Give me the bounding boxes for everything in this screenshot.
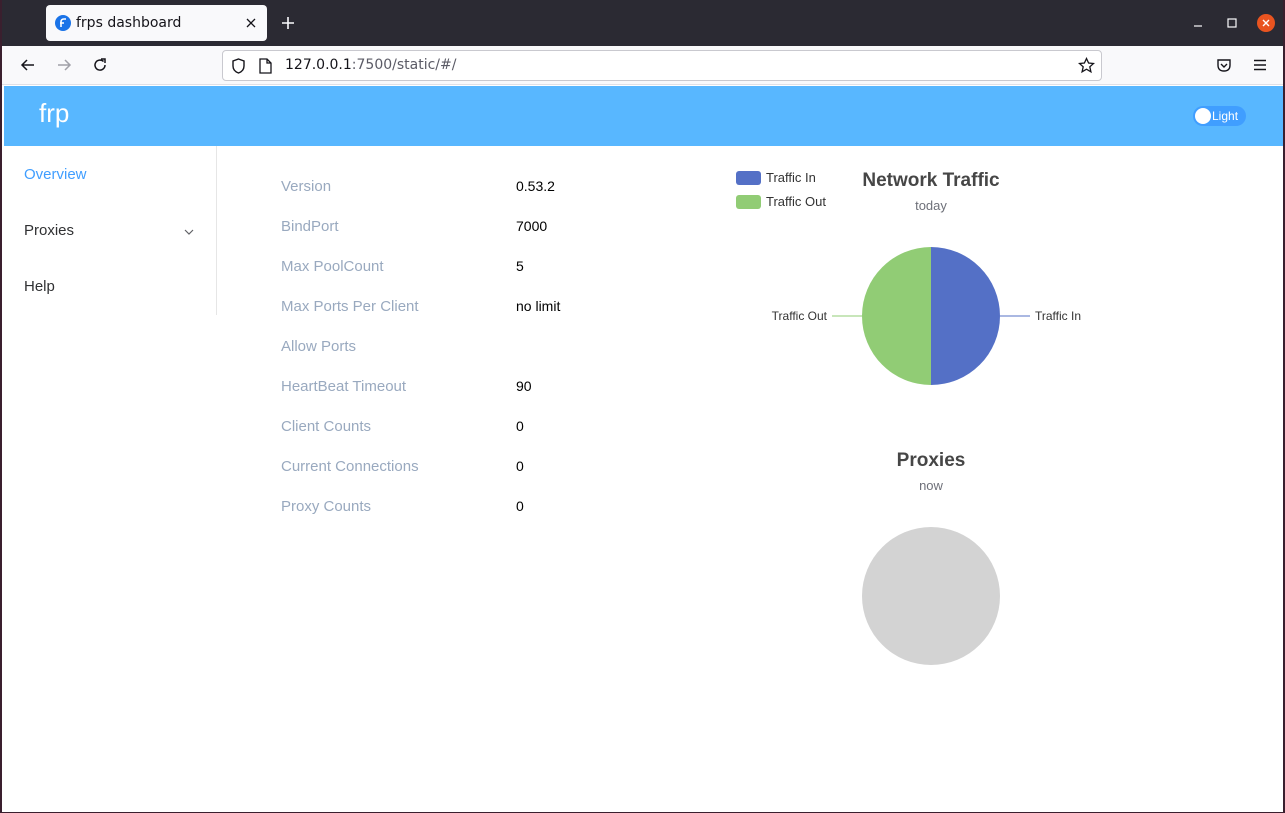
pocket-icon[interactable] [1214,55,1234,75]
close-window-button[interactable] [1256,13,1276,33]
pie-label: Traffic In [1035,309,1081,323]
legend-label-traffic-out[interactable]: Traffic Out [766,194,826,209]
info-row-max-ports-per-client: Max Ports Per Client no limit [281,295,681,319]
info-label: Allow Ports [281,338,357,355]
info-label: Proxy Counts [281,498,372,515]
info-row-proxy-counts: Proxy Counts 0 [281,495,681,519]
maximize-icon[interactable] [1222,13,1242,33]
info-value: 0 [516,418,524,434]
proxies-pie-empty [862,527,1000,665]
pie-slice-traffic-in[interactable] [931,247,1000,385]
sidebar-item-proxies[interactable]: Proxies [24,222,74,239]
reload-icon[interactable] [90,55,110,75]
info-label: Client Counts [281,418,372,435]
info-row-max-poolcount: Max PoolCount 5 [281,255,681,279]
legend-label-traffic-in[interactable]: Traffic In [766,170,816,185]
sidebar-item-overview[interactable]: Overview [24,166,87,183]
app-header: frp Light [4,86,1283,146]
charts-area: Traffic In Traffic Out Network Traffic t… [736,170,1081,665]
info-value: 0.53.2 [516,178,555,194]
page-icon[interactable] [259,58,272,78]
info-label: Max PoolCount [281,258,384,275]
info-row-bindport: BindPort 7000 [281,215,681,239]
info-row-current-connections: Current Connections 0 [281,455,681,479]
info-value: no limit [516,298,561,314]
url-host: 127.0.0.1 [285,57,352,73]
back-arrow-icon[interactable] [18,55,38,75]
info-value: 0 [516,458,524,474]
info-row-version: Version 0.53.2 [281,175,681,199]
info-row-allow-ports: Allow Ports [281,335,681,359]
info-value: 7000 [516,218,548,234]
proxies-chart-title: Proxies [897,450,966,471]
hamburger-menu-icon[interactable] [1250,55,1270,75]
pie-label: Traffic Out [772,309,828,323]
theme-toggle-switch[interactable]: Light [1193,106,1246,126]
browser-window: frps dashboard 127.0.0.1:7500/static/#/ … [0,0,1285,813]
tab-close-icon[interactable] [241,13,261,33]
sidebar-menu: Overview Proxies Help [4,146,217,315]
traffic-chart-title: Network Traffic [862,170,1000,191]
legend-swatch-traffic-out[interactable] [736,195,761,209]
navigation-toolbar: 127.0.0.1:7500/static/#/ [2,46,1283,85]
sidebar-item-help[interactable]: Help [24,278,55,295]
info-label: BindPort [281,218,339,235]
bookmark-star-icon[interactable] [1077,56,1096,78]
close-icon [1257,14,1275,32]
chevron-down-icon[interactable] [182,224,196,238]
info-row-client-counts: Client Counts 0 [281,415,681,439]
forward-arrow-icon[interactable] [54,55,74,75]
address-bar[interactable]: 127.0.0.1:7500/static/#/ [222,50,1102,81]
traffic-pie [862,247,1000,385]
info-value: 90 [516,378,532,394]
info-value: 5 [516,258,524,274]
brand-logo[interactable]: frp [39,98,69,129]
info-row-heartbeat-timeout: HeartBeat Timeout 90 [281,375,681,399]
info-value: 0 [516,498,524,514]
toggle-knob [1195,108,1211,124]
traffic-chart-subtitle: today [915,198,947,213]
shield-icon[interactable] [231,58,246,78]
info-label: Version [281,178,332,195]
browser-tab[interactable]: frps dashboard [46,5,267,41]
pie-slice-traffic-out[interactable] [862,247,931,385]
proxies-chart-subtitle: now [919,478,943,493]
theme-toggle-label: Light [1212,109,1239,123]
legend-swatch-traffic-in[interactable] [736,171,761,185]
info-label: Current Connections [281,458,419,475]
url-path: :7500/static/#/ [351,57,457,73]
minimize-icon[interactable] [1188,13,1208,33]
new-tab-icon[interactable] [278,13,298,33]
frp-favicon-icon [55,15,71,31]
info-label: Max Ports Per Client [281,298,419,315]
url-text[interactable]: 127.0.0.1:7500/static/#/ [285,57,456,73]
tab-strip: frps dashboard [2,0,1283,46]
info-label: HeartBeat Timeout [281,378,407,395]
tab-title: frps dashboard [76,15,182,31]
